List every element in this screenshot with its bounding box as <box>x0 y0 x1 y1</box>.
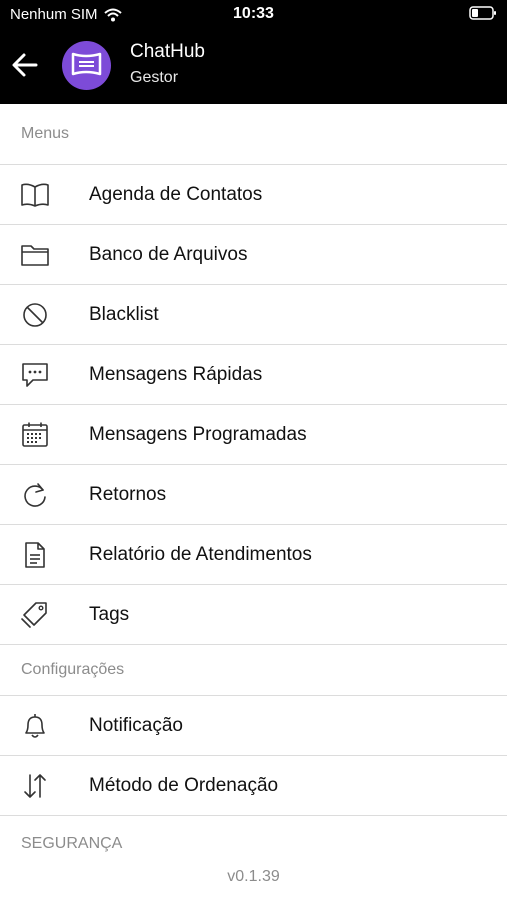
section-header-configuracoes: Configurações <box>0 645 507 696</box>
menu-list: Menus Agenda de Contatos Banco de Arquiv… <box>0 104 507 872</box>
chat-bubble-icon <box>22 363 48 387</box>
header-title: ChatHub <box>130 41 205 62</box>
book-icon <box>21 183 49 207</box>
block-icon <box>23 303 47 327</box>
menu-item-label: Método de Ordenação <box>89 774 279 796</box>
menu-item-label: Retornos <box>89 483 167 505</box>
menu-item-retornos[interactable]: Retornos <box>0 465 507 525</box>
app-version: v0.1.39 <box>227 868 280 885</box>
refresh-icon <box>24 483 46 507</box>
menu-item-label: Mensagens Programadas <box>89 423 307 445</box>
status-bar: Nenhum SIM 10:33 <box>0 0 507 28</box>
section-title: Configurações <box>21 661 125 678</box>
calendar-icon <box>22 422 48 447</box>
menu-item-label: Agenda de Contatos <box>89 183 263 205</box>
battery-icon <box>469 6 497 24</box>
menu-item-label: Banco de Arquivos <box>89 243 248 265</box>
section-header-seguranca: SEGURANÇA <box>0 816 507 872</box>
sort-icon <box>24 774 46 798</box>
bell-icon <box>25 714 45 738</box>
menu-item-label: Mensagens Rápidas <box>89 363 263 385</box>
tags-icon <box>21 602 47 628</box>
arrow-left-icon <box>12 53 38 77</box>
menu-item-blacklist[interactable]: Blacklist <box>0 285 507 345</box>
header-subtitle: Gestor <box>130 69 179 86</box>
menu-item-label: Blacklist <box>89 303 159 325</box>
menu-item-relatorio-de-atendimentos[interactable]: Relatório de Atendimentos <box>0 525 507 585</box>
menu-item-label: Notificação <box>89 714 183 736</box>
folder-icon <box>21 245 49 266</box>
app-header: ChatHub Gestor <box>0 28 507 104</box>
menu-item-mensagens-programadas[interactable]: Mensagens Programadas <box>0 405 507 465</box>
avatar <box>62 41 111 90</box>
menu-item-banco-de-arquivos[interactable]: Banco de Arquivos <box>0 225 507 285</box>
menu-item-agenda-de-contatos[interactable]: Agenda de Contatos <box>0 165 507 225</box>
menu-item-label: Relatório de Atendimentos <box>89 543 312 565</box>
menu-item-label: Tags <box>89 603 130 625</box>
status-time: 10:33 <box>233 5 274 22</box>
section-header-menus: Menus <box>0 104 507 165</box>
section-title: Menus <box>21 125 70 142</box>
document-icon <box>25 542 45 568</box>
section-title: SEGURANÇA <box>21 835 123 852</box>
menu-item-metodo-de-ordenacao[interactable]: Método de Ordenação <box>0 756 507 816</box>
back-button[interactable] <box>10 50 40 80</box>
menu-item-tags[interactable]: Tags <box>0 585 507 645</box>
menu-item-notificacao[interactable]: Notificação <box>0 696 507 756</box>
chat-logo-icon <box>71 52 102 76</box>
app-root: Nenhum SIM 10:33 ChatHub Gestor Menus Ag… <box>0 0 507 900</box>
menu-item-mensagens-rapidas[interactable]: Mensagens Rápidas <box>0 345 507 405</box>
